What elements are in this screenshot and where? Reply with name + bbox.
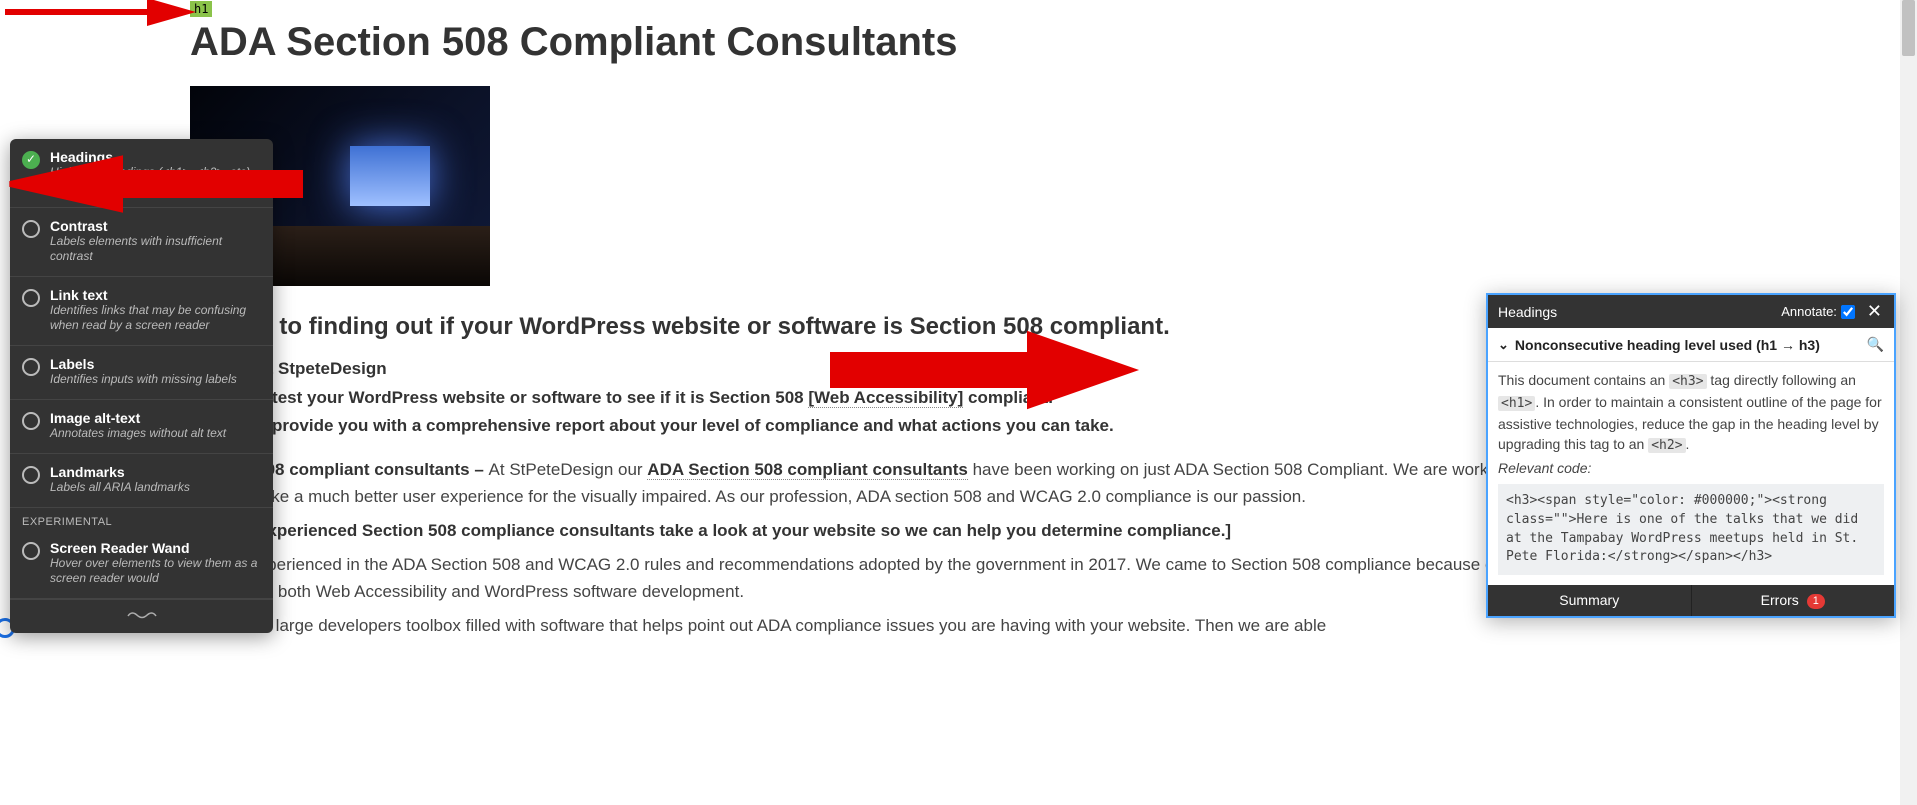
menu-item-title: Labels (50, 356, 237, 372)
paragraph: We have a large developers toolbox fille… (190, 613, 1547, 639)
menu-item-screen-reader-wand[interactable]: Screen Reader Wand Hover over elements t… (10, 530, 273, 599)
paragraph: Section 508 compliant consultants – At S… (190, 457, 1547, 510)
relevant-code-label: Relevant code: (1488, 460, 1894, 480)
close-icon[interactable]: ✕ (1865, 301, 1884, 322)
menu-item-title: Link text (50, 287, 261, 303)
menu-item-desc: Annotates images without alt text (50, 426, 226, 441)
annotation-arrow (830, 330, 1140, 415)
tab-errors[interactable]: Errors 1 (1692, 585, 1895, 616)
issue-description: This document contains an <h3> tag direc… (1488, 362, 1894, 460)
page-title: ADA Section 508 Compliant Consultants (190, 18, 1547, 66)
panel-title: Headings (1498, 304, 1781, 320)
step-item: We will provide you with a comprehensive… (210, 413, 1547, 439)
scrollbar-track[interactable] (1900, 0, 1917, 805)
radio-unchecked-icon (22, 358, 40, 376)
code-chip: <h3> (1669, 374, 1706, 389)
menu-item-labels[interactable]: Labels Identifies inputs with missing la… (10, 346, 273, 400)
annotate-label: Annotate: (1781, 304, 1837, 319)
radio-unchecked-icon (22, 466, 40, 484)
glasses-icon (126, 606, 158, 627)
code-chip: <h1> (1498, 396, 1535, 411)
issue-title-row[interactable]: ⌄ Nonconsecutive heading level used (h1 … (1488, 328, 1894, 362)
scrollbar-thumb[interactable] (1902, 0, 1915, 56)
radio-unchecked-icon (22, 412, 40, 430)
menu-item-title: Screen Reader Wand (50, 540, 261, 556)
callout: [Let our experienced Section 508 complia… (190, 518, 1547, 544)
panel-tabs: Summary Errors 1 (1488, 585, 1894, 616)
annotation-arrow (0, 155, 310, 220)
issue-title: Nonconsecutive heading level used (h1 → … (1515, 337, 1820, 353)
menu-item-landmarks[interactable]: Landmarks Labels all ARIA landmarks (10, 454, 273, 508)
menu-item-image-alt[interactable]: Image alt-text Annotates images without … (10, 400, 273, 454)
menu-item-desc: Identifies links that may be confusing w… (50, 303, 261, 333)
menu-item-desc: Hover over elements to view them as a sc… (50, 556, 261, 586)
annotation-arrow (0, 0, 200, 35)
code-snippet: <h3><span style="color: #000000;"><stron… (1498, 484, 1884, 575)
radio-unchecked-icon (22, 289, 40, 307)
section-label-experimental: EXPERIMENTAL (10, 508, 273, 530)
radio-unchecked-icon (22, 542, 40, 560)
menu-item-desc: Labels all ARIA landmarks (50, 480, 190, 495)
menu-item-link-text[interactable]: Link text Identifies links that may be c… (10, 277, 273, 346)
code-chip: <h2> (1648, 438, 1685, 453)
headings-inspector-panel: Headings Annotate: ✕ ⌄ Nonconsecutive he… (1486, 293, 1896, 618)
menu-footer[interactable] (10, 599, 273, 633)
menu-item-title: Contrast (50, 218, 261, 234)
tab-summary[interactable]: Summary (1488, 585, 1692, 616)
chevron-down-icon: ⌄ (1498, 337, 1509, 353)
article-content: h1 ADA Section 508 Compliant Consultants… (190, 0, 1547, 647)
menu-item-title: Landmarks (50, 464, 190, 480)
error-count-badge: 1 (1807, 594, 1825, 609)
panel-header[interactable]: Headings Annotate: ✕ (1488, 295, 1894, 328)
annotate-checkbox[interactable] (1841, 305, 1855, 319)
menu-item-desc: Identifies inputs with missing labels (50, 372, 237, 387)
link-consultants[interactable]: ADA Section 508 compliant consultants (647, 460, 968, 480)
radio-unchecked-icon (22, 220, 40, 238)
paragraph: We are experienced in the ADA Section 50… (190, 552, 1547, 605)
magnify-icon[interactable]: 🔍 (1867, 336, 1884, 353)
menu-item-title: Image alt-text (50, 410, 226, 426)
menu-item-desc: Labels elements with insufficient contra… (50, 234, 261, 264)
